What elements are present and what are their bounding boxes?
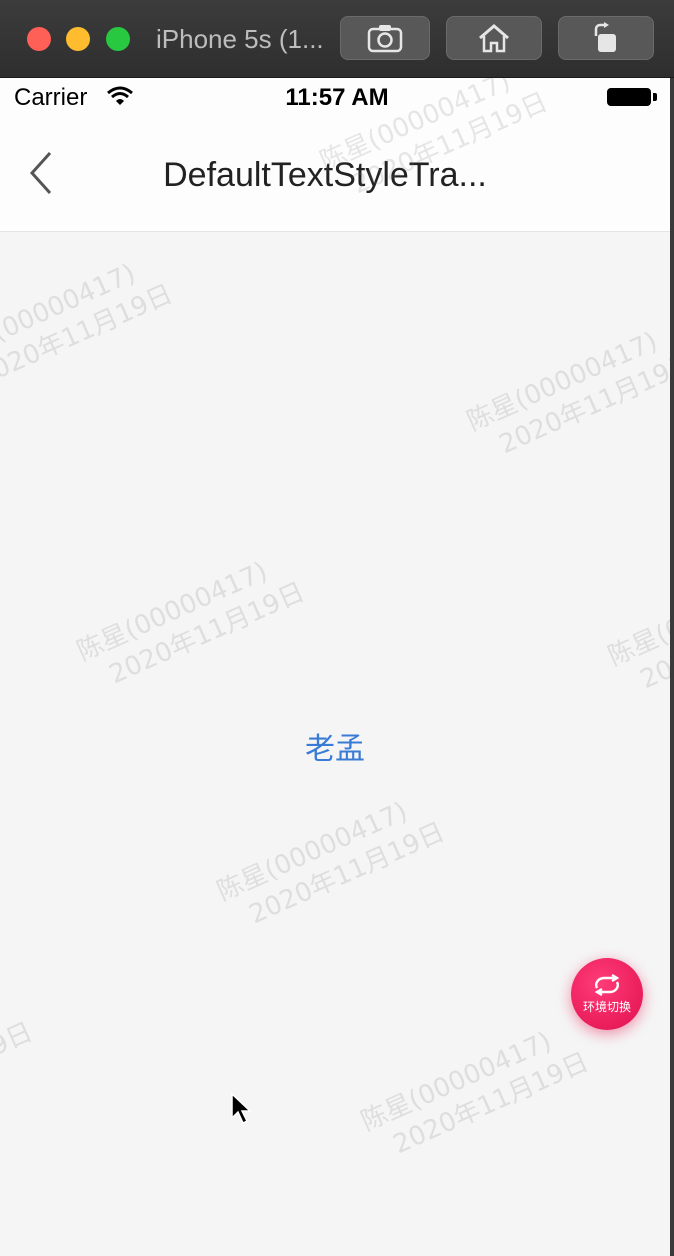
watermark-line: 陈星(00000417) — [0, 984, 24, 1109]
close-window-button[interactable] — [27, 27, 51, 51]
simulator-titlebar: iPhone 5s (1... — [0, 0, 674, 78]
default-text-style-text: 老孟 — [305, 732, 365, 767]
battery-icon — [607, 88, 651, 106]
watermark-line: 陈星(00000417) — [603, 561, 670, 673]
watermark-line: 陈星(00000417) — [0, 258, 140, 370]
watermark: 陈星(00000417) 2020年11月19日 — [212, 784, 450, 940]
battery-tip — [653, 93, 657, 101]
watermark-line: 陈星(00000417) — [356, 1026, 556, 1138]
watermark: 陈星(00000417) 2020年11月19日 — [462, 314, 670, 470]
status-bar: Carrier 11:57 AM — [0, 78, 670, 116]
watermark-line: 2020年11月19日 — [635, 582, 670, 696]
switch-icon — [594, 973, 620, 996]
mouse-cursor-icon — [231, 1092, 252, 1125]
rotate-button[interactable] — [558, 16, 654, 60]
device-bezel — [670, 78, 674, 1256]
page-title: DefaultTextStyleTra... — [163, 156, 487, 194]
watermark: 陈星(00000417) 2020年11月19日 — [0, 984, 38, 1140]
environment-switch-button[interactable]: 环境切换 — [571, 958, 643, 1030]
watermark: 陈星(00000417) 2020年11月19日 — [603, 549, 670, 705]
watermark-line: 2020年11月19日 — [0, 1017, 38, 1131]
status-time: 11:57 AM — [285, 84, 389, 111]
rotate-icon — [594, 22, 616, 52]
watermark-line: 陈星(00000417) — [462, 326, 662, 438]
environment-switch-label: 环境切换 — [582, 999, 631, 1014]
watermark-line: 2020年11月19日 — [388, 1047, 594, 1161]
watermark-line: 2020年11月19日 — [494, 347, 670, 461]
home-icon — [479, 24, 509, 53]
simulator-title: iPhone 5s (1... — [156, 24, 324, 54]
phone-screen: Carrier 11:57 AM DefaultTextStyleTra... … — [0, 78, 670, 1256]
home-button[interactable] — [446, 16, 542, 60]
watermark-line: 2020年11月19日 — [104, 577, 310, 691]
screenshot-button[interactable] — [340, 16, 430, 60]
watermark-line: 2020年11月19日 — [0, 279, 178, 393]
watermark-line: 2020年11月19日 — [244, 817, 450, 931]
navigation-bar: DefaultTextStyleTra... — [0, 116, 670, 232]
minimize-window-button[interactable] — [66, 27, 90, 51]
watermark: 陈星(00000417) 2020年11月19日 — [0, 246, 178, 402]
watermark: 陈星(00000417) 2020年11月19日 — [356, 1014, 594, 1170]
watermark-line: 陈星(00000417) — [212, 796, 412, 908]
watermark-line: 陈星(00000417) — [72, 556, 272, 668]
watermark: 陈星(00000417) 2020年11月19日 — [72, 544, 310, 700]
screenshot-icon — [367, 25, 403, 53]
zoom-window-button[interactable] — [106, 27, 130, 51]
